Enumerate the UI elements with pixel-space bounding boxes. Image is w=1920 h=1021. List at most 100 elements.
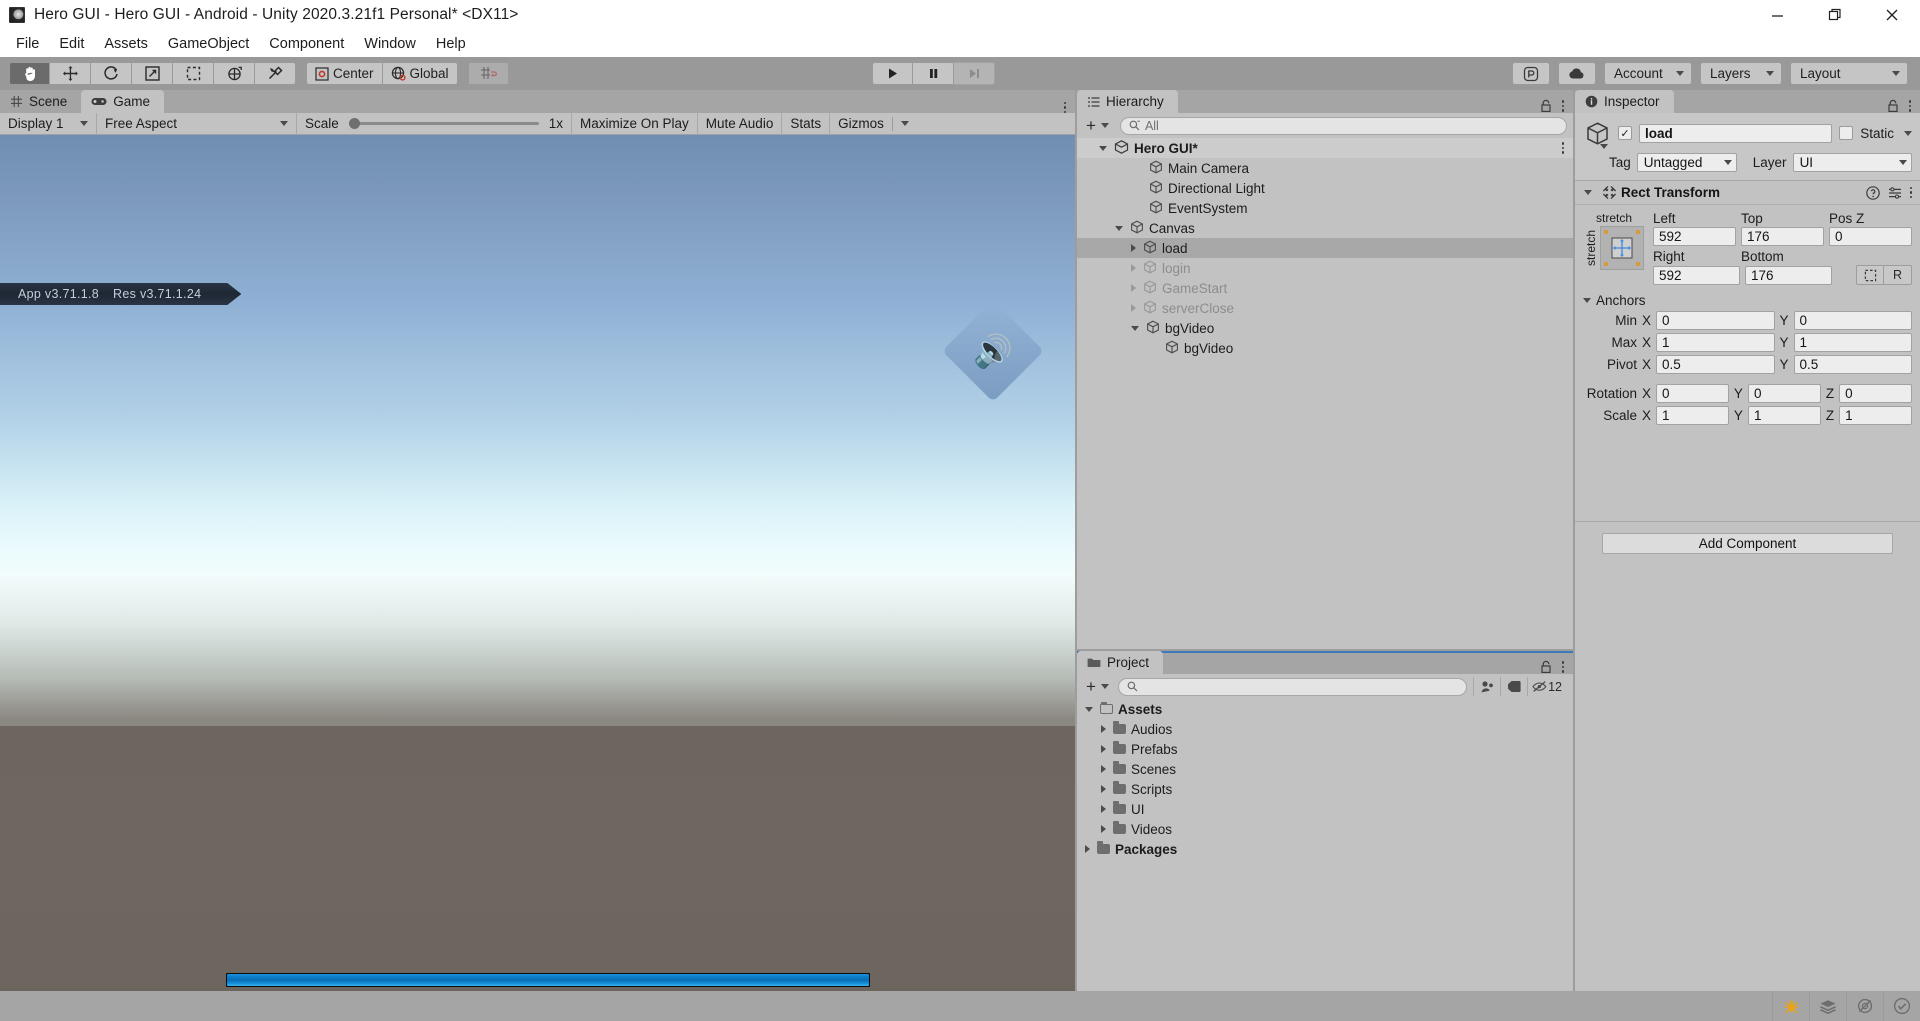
- right-field[interactable]: 592: [1653, 265, 1740, 285]
- layer-dropdown[interactable]: UI: [1792, 153, 1912, 172]
- hierarchy-item-canvas[interactable]: Canvas: [1077, 218, 1573, 238]
- scale-tool-button[interactable]: [132, 62, 173, 85]
- collapse-triangle-icon[interactable]: [1101, 745, 1106, 753]
- help-icon[interactable]: [1865, 185, 1880, 200]
- left-field[interactable]: 592: [1653, 227, 1736, 246]
- close-button[interactable]: [1863, 0, 1920, 30]
- component-menu-icon[interactable]: [1909, 186, 1912, 199]
- hierarchy-menu-icon[interactable]: [1561, 100, 1564, 112]
- project-item-packages[interactable]: Packages: [1077, 839, 1573, 859]
- rotation-z-field[interactable]: 0: [1839, 384, 1912, 403]
- create-gameobject-button[interactable]: +: [1083, 116, 1112, 136]
- anchors-triangle-icon[interactable]: [1583, 298, 1591, 303]
- divider-hierarchy-project[interactable]: [1077, 649, 1573, 651]
- tab-project[interactable]: Project: [1077, 651, 1164, 674]
- move-tool-button[interactable]: [50, 62, 91, 85]
- hidden-assets-count[interactable]: 12: [1527, 677, 1567, 696]
- collapse-triangle-icon[interactable]: [1131, 304, 1136, 312]
- menu-assets[interactable]: Assets: [94, 33, 158, 55]
- collapse-triangle-icon[interactable]: [1131, 264, 1136, 272]
- lock-icon[interactable]: [1540, 99, 1552, 113]
- project-search-input[interactable]: [1117, 677, 1468, 696]
- menu-gameobject[interactable]: GameObject: [158, 33, 259, 55]
- hierarchy-item-hero-gui[interactable]: Hero GUI*: [1077, 138, 1573, 158]
- handle-rotation-button[interactable]: Global: [382, 62, 458, 85]
- pivot-mode-button[interactable]: Center: [306, 62, 383, 85]
- stats-toggle[interactable]: Stats: [782, 112, 831, 135]
- menu-edit[interactable]: Edit: [49, 33, 94, 55]
- project-item-audios[interactable]: Audios: [1077, 719, 1573, 739]
- expand-triangle-icon[interactable]: [1099, 145, 1107, 151]
- create-asset-button[interactable]: +: [1083, 677, 1112, 697]
- bug-icon[interactable]: [1772, 991, 1809, 1021]
- hierarchy-item-gamestart[interactable]: GameStart: [1077, 278, 1573, 298]
- lock-icon[interactable]: [1540, 660, 1552, 674]
- layout-dropdown[interactable]: Layout: [1790, 62, 1908, 85]
- project-item-scenes[interactable]: Scenes: [1077, 759, 1573, 779]
- project-item-scripts[interactable]: Scripts: [1077, 779, 1573, 799]
- rotation-y-field[interactable]: 0: [1747, 384, 1821, 403]
- pivot-x-field[interactable]: 0.5: [1656, 355, 1775, 374]
- hierarchy-item-bgvideo[interactable]: bgVideo: [1077, 338, 1573, 358]
- step-button[interactable]: [954, 62, 995, 85]
- object-enabled-checkbox[interactable]: ✓: [1618, 126, 1632, 140]
- collapse-triangle-icon[interactable]: [1101, 785, 1106, 793]
- hand-tool-button[interactable]: [9, 62, 50, 85]
- check-circle-icon[interactable]: [1883, 991, 1920, 1021]
- anchor-min-y-field[interactable]: 0: [1793, 311, 1912, 330]
- menu-file[interactable]: File: [6, 33, 49, 55]
- project-item-prefabs[interactable]: Prefabs: [1077, 739, 1573, 759]
- project-menu-icon[interactable]: [1561, 661, 1564, 673]
- grid-snapping-button[interactable]: [467, 62, 509, 85]
- collab-icon[interactable]: [1512, 62, 1550, 85]
- top-field[interactable]: 176: [1741, 227, 1824, 246]
- collapse-triangle-icon[interactable]: [1584, 190, 1592, 195]
- game-view-menu-icon[interactable]: [1063, 101, 1066, 113]
- inspector-menu-icon[interactable]: [1908, 100, 1911, 112]
- collapse-triangle-icon[interactable]: [1101, 825, 1106, 833]
- expand-triangle-icon[interactable]: [1115, 225, 1123, 231]
- hierarchy-item-main-camera[interactable]: Main Camera: [1077, 158, 1573, 178]
- hierarchy-item-bgvideo[interactable]: bgVideo: [1077, 318, 1573, 338]
- pause-button[interactable]: [913, 62, 954, 85]
- game-render-canvas[interactable]: App v3.71.1.8 Res v3.71.1.24 🔊 100%: [0, 135, 1075, 1021]
- rect-tool-button[interactable]: [173, 62, 214, 85]
- hierarchy-item-load[interactable]: load: [1077, 238, 1573, 258]
- rect-transform-header[interactable]: Rect Transform: [1575, 181, 1920, 205]
- collapse-triangle-icon[interactable]: [1101, 805, 1106, 813]
- gizmos-toggle[interactable]: Gizmos: [830, 113, 917, 135]
- raw-edit-button[interactable]: R: [1884, 265, 1912, 285]
- project-item-videos[interactable]: Videos: [1077, 819, 1573, 839]
- hierarchy-item-directional-light[interactable]: Directional Light: [1077, 178, 1573, 198]
- project-item-ui[interactable]: UI: [1077, 799, 1573, 819]
- collapse-triangle-icon[interactable]: [1131, 284, 1136, 292]
- rotate-tool-button[interactable]: [91, 62, 132, 85]
- layers-stack-icon[interactable]: [1809, 991, 1846, 1021]
- scale-x-field[interactable]: 1: [1656, 406, 1729, 425]
- tab-inspector[interactable]: Inspector: [1575, 90, 1674, 113]
- menu-window[interactable]: Window: [354, 33, 426, 55]
- anchor-min-x-field[interactable]: 0: [1656, 311, 1775, 330]
- expand-triangle-icon[interactable]: [1131, 325, 1139, 331]
- search-by-label-icon[interactable]: [1500, 677, 1527, 696]
- hierarchy-item-login[interactable]: login: [1077, 258, 1573, 278]
- anchors-foldout[interactable]: Anchors: [1583, 293, 1912, 308]
- play-button[interactable]: [872, 62, 913, 85]
- hierarchy-item-serverclose[interactable]: serverClose: [1077, 298, 1573, 318]
- anchor-preset-group[interactable]: stretch stretch: [1583, 211, 1645, 285]
- tab-hierarchy[interactable]: Hierarchy: [1077, 90, 1178, 113]
- eye-off-icon[interactable]: [1846, 991, 1883, 1021]
- static-checkbox[interactable]: [1839, 126, 1854, 140]
- scale-slider-thumb[interactable]: [348, 118, 360, 129]
- scale-slider[interactable]: [348, 117, 539, 131]
- add-component-button[interactable]: Add Component: [1602, 533, 1893, 554]
- rotation-x-field[interactable]: 0: [1656, 384, 1729, 403]
- divider-hierarchy-inspector[interactable]: [1573, 90, 1575, 991]
- transform-tool-button[interactable]: [214, 62, 255, 85]
- lock-icon[interactable]: [1887, 99, 1899, 113]
- hierarchy-item-eventsystem[interactable]: EventSystem: [1077, 198, 1573, 218]
- menu-help[interactable]: Help: [426, 33, 476, 55]
- menu-component[interactable]: Component: [259, 33, 354, 55]
- collapse-triangle-icon[interactable]: [1085, 845, 1090, 853]
- expand-triangle-icon[interactable]: [1085, 706, 1093, 712]
